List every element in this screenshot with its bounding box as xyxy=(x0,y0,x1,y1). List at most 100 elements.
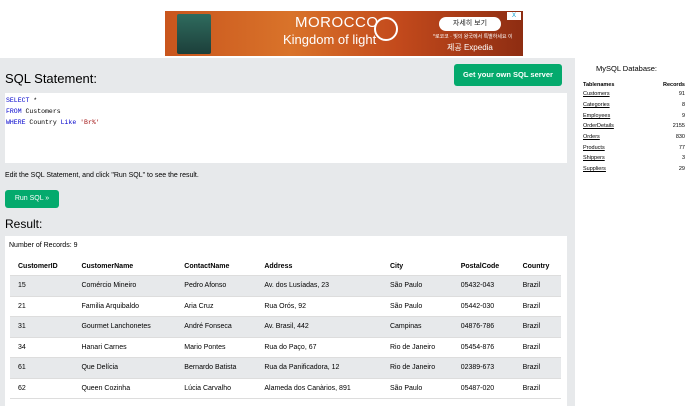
table-cell: Av. dos Lusíadas, 23 xyxy=(256,275,382,297)
table-cell: Mario Pontes xyxy=(176,337,257,358)
table-cell: Brazil xyxy=(514,378,561,399)
table-cell: 05442-030 xyxy=(452,296,515,317)
table-cell: 62 xyxy=(10,378,74,399)
table-link[interactable]: Products xyxy=(583,142,643,153)
result-table: CustomerID CustomerName ContactName Addr… xyxy=(10,257,561,399)
table-cell: 34 xyxy=(10,337,74,358)
sql-string: 'Br%' xyxy=(80,119,100,126)
sql-keyword: FROM xyxy=(6,108,22,115)
record-count-cell: 830 xyxy=(675,134,685,141)
instruction-text: Edit the SQL Statement, and click "Run S… xyxy=(5,172,199,179)
list-item[interactable]: Categories 8 xyxy=(583,100,685,111)
list-item[interactable]: Customers 91 xyxy=(583,89,685,100)
get-sql-server-button[interactable]: Get your own SQL server xyxy=(454,64,562,86)
sql-text: Customers xyxy=(21,108,61,115)
table-link[interactable]: Shippers xyxy=(583,153,643,164)
table-cell: Rua do Paço, 67 xyxy=(256,337,382,358)
sql-line-2: FROM Customers xyxy=(5,106,567,117)
sql-editor[interactable]: SELECT * FROM Customers WHERE Country Li… xyxy=(5,93,567,163)
ad-brand-prefix: 제공 xyxy=(447,43,462,52)
database-table-list: Tablenames Records Customers 91 Categorie… xyxy=(583,80,685,175)
table-link[interactable]: Employees xyxy=(583,110,643,121)
tablenames-header: Tablenames xyxy=(583,81,615,88)
list-item[interactable]: Products 77 xyxy=(583,142,685,153)
sql-text: * xyxy=(29,97,38,104)
sql-keyword: SELECT xyxy=(6,97,30,104)
record-count-cell: 8 xyxy=(681,102,685,109)
table-row: 15 Comércio Mineiro Pedro Afonso Av. dos… xyxy=(10,275,561,297)
editor-panel: SQL Statement: Get your own SQL server S… xyxy=(0,58,575,406)
list-item[interactable]: OrderDetails 2155 xyxy=(583,121,685,132)
table-row: 62 Queen Cozinha Lúcia Carvalho Alameda … xyxy=(10,378,561,399)
sql-text: Country xyxy=(25,119,61,126)
table-cell: Hanari Carnes xyxy=(73,337,177,358)
table-cell: Lúcia Carvalho xyxy=(176,378,257,399)
table-cell: Brazil xyxy=(514,275,561,297)
ad-brand-name: Expedia xyxy=(463,43,493,52)
record-count-cell: 9 xyxy=(681,112,685,119)
table-cell: 31 xyxy=(10,316,74,338)
column-header: CustomerID xyxy=(10,257,74,276)
table-cell: 05432-043 xyxy=(452,275,515,297)
ad-more-button[interactable]: 자세히 보기 xyxy=(439,17,501,31)
database-header-row: Tablenames Records xyxy=(583,80,685,89)
table-cell: Gourmet Lanchonetes xyxy=(73,316,177,338)
table-link[interactable]: Customers xyxy=(583,89,643,100)
table-cell: Rua Orós, 92 xyxy=(256,296,382,317)
table-cell: São Paulo xyxy=(381,296,453,317)
records-header: Records xyxy=(662,81,685,88)
record-count-cell: 29 xyxy=(678,166,685,173)
result-heading: Result: xyxy=(5,217,43,231)
column-header: Country xyxy=(514,257,561,276)
sql-keyword: Like xyxy=(60,119,77,126)
list-item[interactable]: Suppliers 29 xyxy=(583,164,685,175)
table-link[interactable]: OrderDetails xyxy=(583,121,643,132)
run-sql-button[interactable]: Run SQL » xyxy=(5,190,59,208)
table-cell: Brazil xyxy=(514,296,561,317)
record-count-cell: 2155 xyxy=(672,123,685,130)
table-cell: Aria Cruz xyxy=(176,296,257,317)
table-link[interactable]: Categories xyxy=(583,100,643,111)
table-cell: 04876-786 xyxy=(452,316,515,338)
column-header: Address xyxy=(256,257,382,276)
table-row: 31 Gourmet Lanchonetes André Fonseca Av.… xyxy=(10,316,561,338)
table-cell: Brazil xyxy=(514,316,561,338)
table-cell: São Paulo xyxy=(381,275,453,297)
ad-logo-icon xyxy=(374,17,398,41)
table-cell: Bernardo Batista xyxy=(176,357,257,379)
table-row: 21 Familia Arquibaldo Aria Cruz Rua Orós… xyxy=(10,296,561,317)
table-link[interactable]: Orders xyxy=(583,132,643,143)
sql-heading: SQL Statement: xyxy=(5,71,98,86)
record-count-cell: 77 xyxy=(678,144,685,151)
list-item[interactable]: Shippers 3 xyxy=(583,153,685,164)
table-cell: Campinas xyxy=(381,316,453,338)
table-cell: 05454-876 xyxy=(452,337,515,358)
record-count: Number of Records: 9 xyxy=(9,242,78,249)
list-item[interactable]: Orders 830 xyxy=(583,132,685,143)
advertisement[interactable]: MOROCCO Kingdom of light 자세히 보기 *로코코 · 빛… xyxy=(165,11,523,56)
table-link[interactable]: Suppliers xyxy=(583,164,643,175)
column-header: ContactName xyxy=(176,257,257,276)
table-cell: 15 xyxy=(10,275,74,297)
table-row: 34 Hanari Carnes Mario Pontes Rua do Paç… xyxy=(10,337,561,358)
table-cell: Pedro Afonso xyxy=(176,275,257,297)
table-cell: Brazil xyxy=(514,357,561,379)
table-cell: André Fonseca xyxy=(176,316,257,338)
sql-line-3: WHERE Country Like 'Br%' xyxy=(5,117,567,128)
list-item[interactable]: Employees 9 xyxy=(583,110,685,121)
column-header: City xyxy=(381,257,453,276)
table-cell: Que Delícia xyxy=(73,357,177,379)
table-cell: Alameda dos Canàrios, 891 xyxy=(256,378,382,399)
sql-line-1: SELECT * xyxy=(5,95,567,106)
ad-banner-area: MOROCCO Kingdom of light 자세히 보기 *로코코 · 빛… xyxy=(0,0,688,58)
table-cell: Rua da Panificadora, 12 xyxy=(256,357,382,379)
ad-close-icon[interactable]: X xyxy=(507,12,521,20)
table-cell: Rio de Janeiro xyxy=(381,337,453,358)
result-panel: Number of Records: 9 CustomerID Customer… xyxy=(5,236,567,406)
table-cell: 61 xyxy=(10,357,74,379)
table-cell: Comércio Mineiro xyxy=(73,275,177,297)
table-cell: Queen Cozinha xyxy=(73,378,177,399)
column-header: PostalCode xyxy=(452,257,515,276)
table-cell: 21 xyxy=(10,296,74,317)
database-title: MySQL Database: xyxy=(596,64,657,73)
